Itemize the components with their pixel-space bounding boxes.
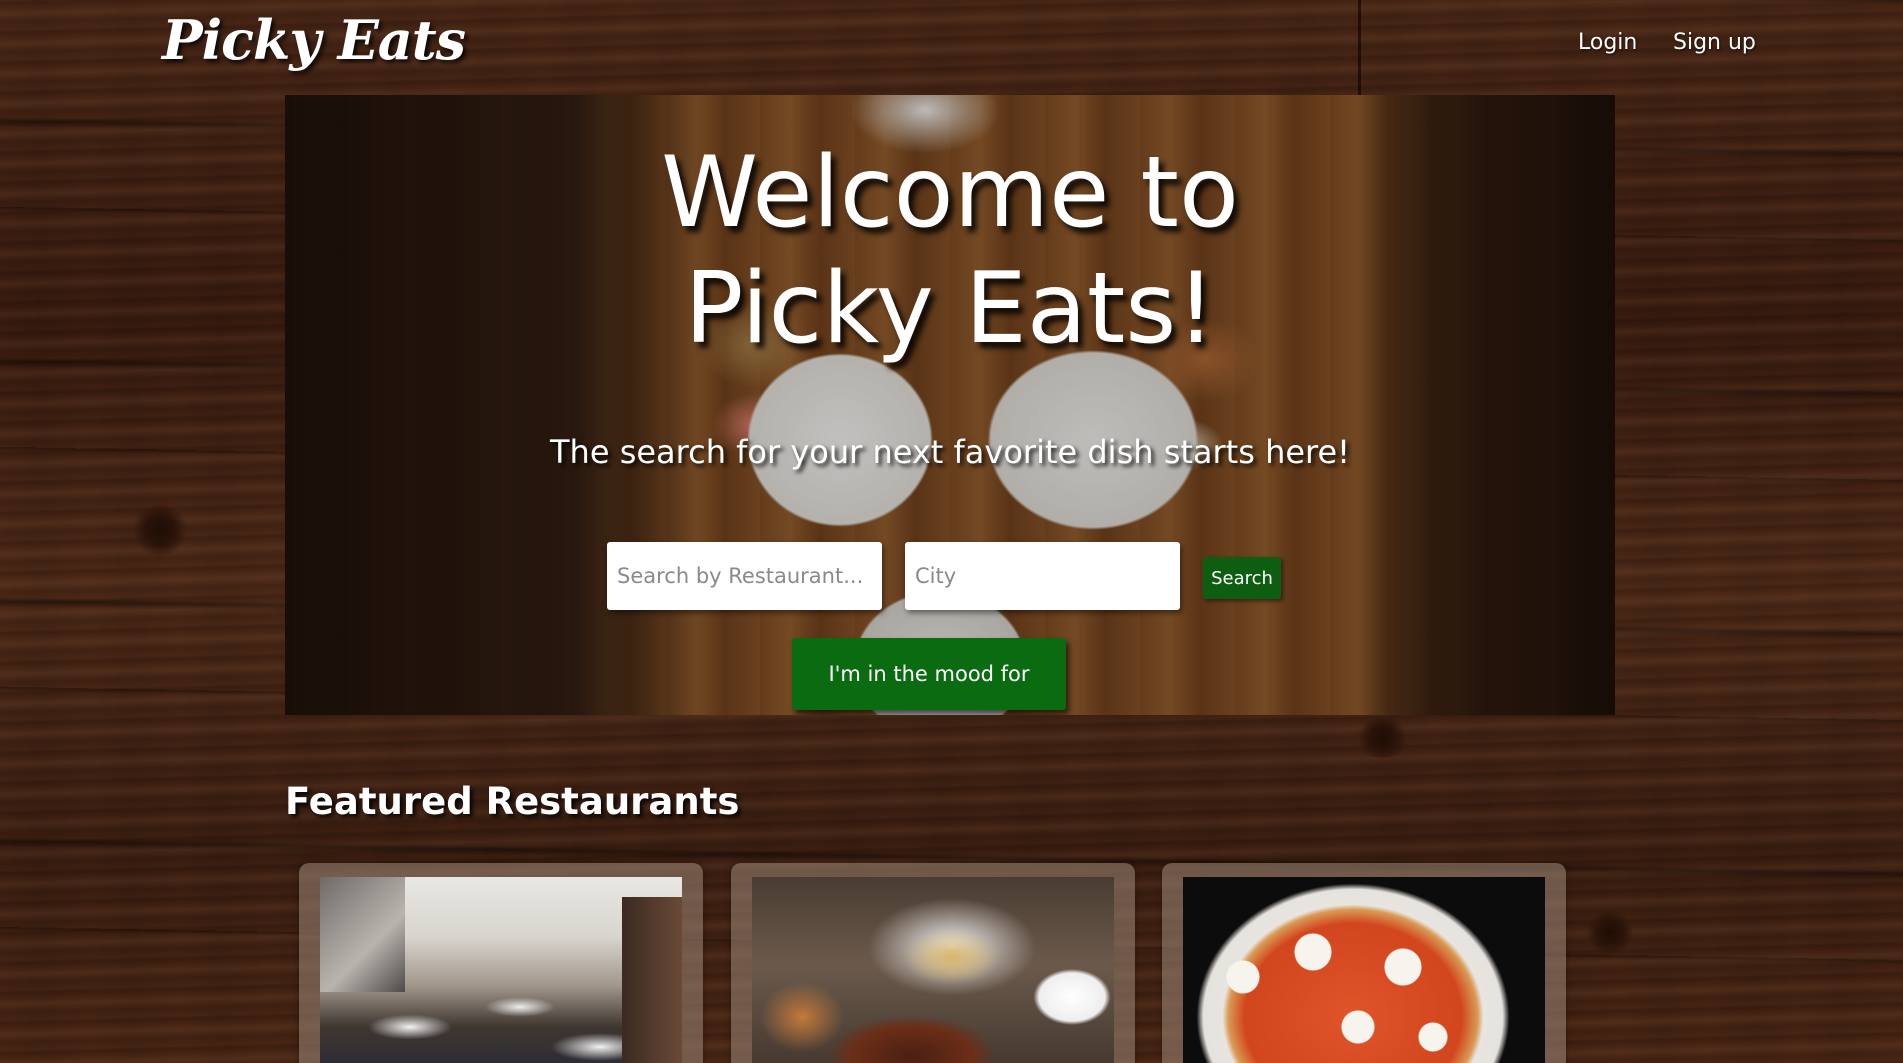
restaurant-search-input[interactable] [607,542,882,610]
hero-banner: Welcome to Picky Eats! The search for yo… [285,95,1615,715]
navbar: Picky Eats Login Sign up [0,0,1903,95]
wall-portrait [320,877,405,992]
wood-knot [1355,718,1410,758]
steak-dinner-image[interactable] [752,877,1114,1063]
city-search-input[interactable] [905,542,1180,610]
login-link[interactable]: Login [1578,30,1637,55]
pizza-image[interactable] [1183,877,1545,1063]
featured-restaurant-card[interactable] [1162,863,1566,1063]
hero-subtitle: The search for your next favorite dish s… [550,433,1350,471]
hero-title: Welcome to Picky Eats! [661,136,1239,366]
featured-restaurants-heading: Featured Restaurants [285,780,740,823]
featured-restaurant-card[interactable] [731,863,1135,1063]
signup-link[interactable]: Sign up [1673,30,1756,55]
wood-knot [1585,910,1635,955]
wall-panel [622,897,682,1063]
featured-restaurant-card[interactable] [299,863,703,1063]
brand-logo[interactable]: Picky Eats [162,8,466,72]
wood-knot [130,505,190,555]
search-button[interactable]: Search [1203,557,1281,599]
mood-button[interactable]: I'm in the mood for [792,638,1066,710]
restaurant-dining-room-image[interactable] [320,877,682,1063]
